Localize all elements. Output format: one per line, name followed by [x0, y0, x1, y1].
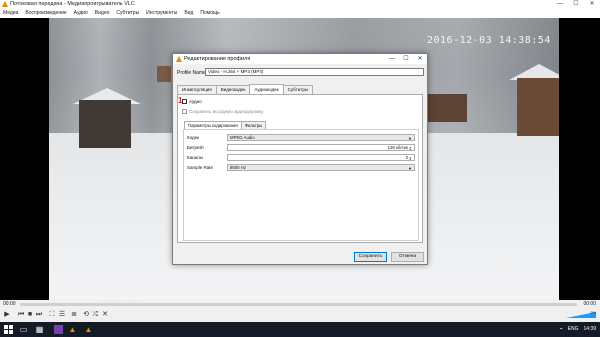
- codec-select[interactable]: MPEG Audio ▼: [227, 134, 415, 141]
- codec-label: Кодек: [187, 135, 200, 140]
- samplerate-value: 8000 Hz: [230, 165, 247, 170]
- menu-view[interactable]: Вид: [184, 9, 193, 18]
- close-button[interactable]: ✕: [584, 0, 600, 9]
- previous-icon[interactable]: ⏮: [17, 311, 25, 319]
- bitrate-spinbox[interactable]: 128 кб/сек ⇕: [227, 144, 415, 151]
- encoding-subtabs: Параметры кодирования Фильтры: [184, 121, 267, 129]
- playlist-icon[interactable]: ≣: [70, 311, 78, 319]
- menu-bar: Медиа Воспроизведение Аудио Видео Субтит…: [0, 9, 600, 18]
- audio-checkbox[interactable]: [182, 99, 187, 104]
- house-far: [157, 66, 171, 82]
- time-total: 00:00: [583, 301, 596, 307]
- channels-spinbox[interactable]: 2 ⇕: [227, 154, 415, 161]
- control-bar: ▶ ⏮ ■ ⏭ ⛶ ☰ ≣ ⟲ ⤮ ✕ 0%: [0, 309, 600, 322]
- dialog-maximize-button[interactable]: ☐: [399, 54, 413, 64]
- volume-percent: 0%: [590, 310, 596, 315]
- vlc-taskbar-icon[interactable]: ▲: [68, 325, 77, 334]
- tab-encapsulation[interactable]: Инкапсуляция: [177, 85, 217, 94]
- bitrate-label: Битрейт: [187, 145, 205, 150]
- profile-edit-dialog: Редактирование профиля — ☐ ✕ Profile Nam…: [172, 53, 428, 265]
- shuffle-icon[interactable]: ⤮: [91, 311, 99, 319]
- audio-codec-panel: 1 Аудио Сохранить исходную аудиодорожку …: [177, 94, 423, 243]
- chevron-down-icon: ▼: [408, 136, 412, 141]
- chevron-down-icon: ▼: [408, 166, 412, 171]
- menu-subtitles[interactable]: Субтитры: [116, 9, 139, 18]
- wooden-hut: [79, 100, 131, 148]
- keep-original-row[interactable]: Сохранить исходную аудиодорожку: [182, 109, 263, 114]
- clock[interactable]: 14:39: [583, 322, 596, 337]
- house-right: [517, 78, 559, 136]
- loop-icon[interactable]: ⟲: [82, 311, 90, 319]
- profile-name-label: Profile Name: [177, 70, 206, 76]
- profile-tabs: Инкапсуляция Видеокодек Аудиокодек Субти…: [177, 84, 314, 94]
- tab-video-codec[interactable]: Видеокодек: [215, 85, 251, 94]
- dialog-minimize-button[interactable]: —: [385, 54, 399, 64]
- channels-value: 2: [405, 155, 408, 160]
- seek-row: 00:00 00:00: [0, 300, 600, 309]
- vlc-screen: Потоковая передача - Медиапроигрыватель …: [0, 0, 600, 337]
- menu-playback[interactable]: Воспроизведение: [25, 9, 66, 18]
- next-icon[interactable]: ⏭: [35, 311, 43, 319]
- encoding-params-panel: Кодек MPEG Audio ▼ Битрейт 128 кб/сек ⇕ …: [183, 129, 419, 241]
- codec-row: Кодек MPEG Audio ▼: [187, 134, 415, 141]
- step-annotation: 1: [178, 96, 183, 105]
- menu-media[interactable]: Медиа: [3, 9, 18, 18]
- keep-original-label: Сохранить исходную аудиодорожку: [189, 109, 264, 114]
- play-icon[interactable]: ▶: [3, 311, 11, 319]
- cancel-button[interactable]: Отмена: [391, 252, 424, 262]
- vlc-title-bar: Потоковая передача - Медиапроигрыватель …: [0, 0, 600, 9]
- subtab-encoding-params[interactable]: Параметры кодирования: [184, 121, 242, 129]
- network-icon[interactable]: ⌁: [560, 322, 563, 337]
- channels-row: Каналы 2 ⇕: [187, 154, 415, 161]
- profile-name-input[interactable]: Video - H.264 + MP3 (MP4): [205, 68, 424, 76]
- maximize-button[interactable]: ☐: [568, 0, 584, 9]
- camera-name: Derevna: [99, 290, 140, 299]
- stop-icon[interactable]: ■: [26, 311, 34, 319]
- minimize-button[interactable]: —: [552, 0, 568, 9]
- seek-slider[interactable]: [20, 303, 577, 306]
- vlc-cone-icon: [176, 56, 182, 62]
- extended-settings-icon[interactable]: ☰: [58, 311, 66, 319]
- vlc-taskbar-icon-2[interactable]: ▲: [84, 325, 93, 334]
- app-icon[interactable]: [54, 325, 63, 334]
- save-button[interactable]: Сохранить: [354, 252, 387, 262]
- file-explorer-icon[interactable]: ▦: [35, 325, 44, 334]
- volume-slider[interactable]: 0%: [566, 310, 596, 318]
- tab-audio-codec[interactable]: Аудиокодек: [249, 84, 284, 94]
- spin-arrows-icon[interactable]: ⇕: [409, 156, 412, 161]
- window-title: Потоковая передача - Медиапроигрыватель …: [10, 1, 135, 7]
- windows-start-icon[interactable]: [4, 325, 13, 334]
- subtab-filters[interactable]: Фильтры: [240, 121, 267, 129]
- taskbar: ▭ ▦ ▲ ▲ ⌁ ENG 14:39: [0, 322, 600, 337]
- keep-original-checkbox[interactable]: [182, 109, 187, 114]
- bitrate-value: 128 кб/сек: [387, 145, 408, 150]
- dialog-title-bar: Редактирование профиля — ☐ ✕: [173, 54, 427, 64]
- samplerate-row: Sample Rate 8000 Hz ▼: [187, 164, 415, 171]
- spin-arrows-icon[interactable]: ⇕: [409, 146, 412, 151]
- fullscreen-icon[interactable]: ⛶: [48, 311, 56, 319]
- samplerate-select[interactable]: 8000 Hz ▼: [227, 164, 415, 171]
- channels-label: Каналы: [187, 155, 203, 160]
- menu-video[interactable]: Видео: [95, 9, 110, 18]
- language-indicator[interactable]: ENG: [568, 322, 579, 337]
- dialog-title: Редактирование профиля: [184, 56, 251, 62]
- bitrate-row: Битрейт 128 кб/сек ⇕: [187, 144, 415, 151]
- time-elapsed: 00:00: [3, 301, 16, 307]
- camera-timestamp: 2016-12-03 14:38:54: [427, 35, 551, 46]
- menu-help[interactable]: Помощь: [200, 9, 219, 18]
- codec-value: MPEG Audio: [230, 135, 255, 140]
- samplerate-label: Sample Rate: [187, 165, 214, 170]
- dialog-close-button[interactable]: ✕: [413, 54, 427, 64]
- task-view-icon[interactable]: ▭: [19, 325, 28, 334]
- tab-subtitles[interactable]: Субтитры: [282, 85, 314, 94]
- random-icon[interactable]: ✕: [101, 311, 109, 319]
- menu-tools[interactable]: Инструменты: [146, 9, 177, 18]
- audio-checkbox-label: Аудио: [189, 99, 202, 104]
- menu-audio[interactable]: Аудио: [74, 9, 88, 18]
- audio-checkbox-row[interactable]: 1 Аудио: [178, 96, 202, 105]
- vlc-cone-icon: [2, 1, 8, 7]
